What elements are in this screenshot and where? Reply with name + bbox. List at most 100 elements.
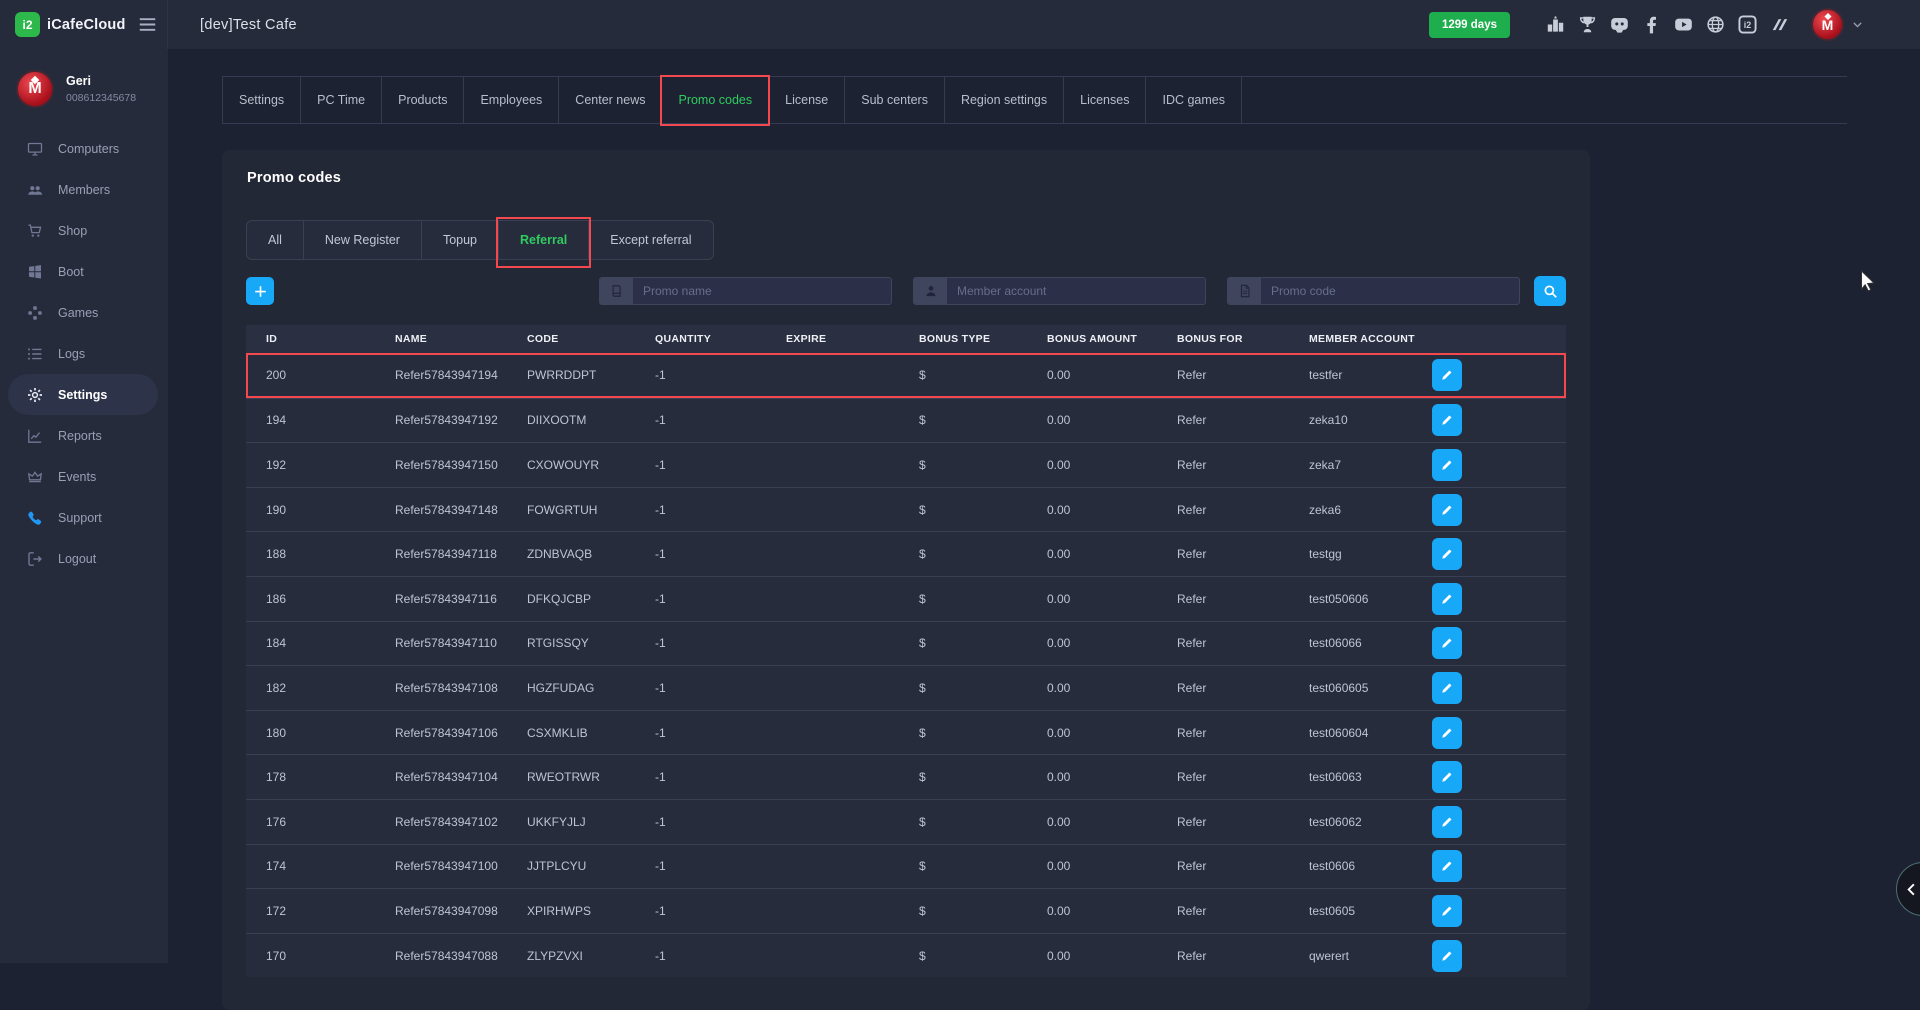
table-cell: 0.00 xyxy=(1047,458,1177,472)
collapse-panel-button[interactable] xyxy=(1896,862,1920,916)
edit-promo-button[interactable] xyxy=(1432,895,1462,927)
edit-promo-button[interactable] xyxy=(1432,404,1462,436)
tab-products[interactable]: Products xyxy=(382,77,464,123)
table-cell: $ xyxy=(919,770,1047,784)
table-cell: $ xyxy=(919,368,1047,382)
edit-promo-button[interactable] xyxy=(1432,538,1462,570)
tab-center-news[interactable]: Center news xyxy=(559,77,662,123)
youtube-icon[interactable] xyxy=(1674,15,1693,34)
edit-promo-button[interactable] xyxy=(1432,359,1462,391)
table-cell: 0.00 xyxy=(1047,413,1177,427)
table-cell: Refer57843947110 xyxy=(395,636,527,650)
filter-tab-topup[interactable]: Topup xyxy=(422,221,499,259)
podium-icon[interactable] xyxy=(1546,15,1565,34)
tab-region-settings[interactable]: Region settings xyxy=(945,77,1064,123)
filter-tab-new-register[interactable]: New Register xyxy=(304,221,422,259)
edit-promo-button[interactable] xyxy=(1432,449,1462,481)
games-icon xyxy=(27,305,43,321)
user-avatar[interactable]: M xyxy=(1811,8,1844,41)
promo-codes-panel: Promo codes AllNew RegisterTopupReferral… xyxy=(222,150,1590,1010)
table-cell: testgg xyxy=(1309,547,1432,561)
table-row: 176Refer57843947102UKKFYJLJ-1$0.00Refert… xyxy=(246,799,1566,844)
edit-promo-button[interactable] xyxy=(1432,717,1462,749)
table-cell: Refer xyxy=(1177,368,1309,382)
trophy-icon[interactable] xyxy=(1578,15,1597,34)
actions-cell xyxy=(1432,494,1566,526)
table-cell: PWRRDDPT xyxy=(527,368,655,382)
layers-icon[interactable] xyxy=(1770,15,1789,34)
search-button[interactable] xyxy=(1534,276,1566,306)
edit-promo-button[interactable] xyxy=(1432,494,1462,526)
sidebar-item-events[interactable]: Events xyxy=(0,456,168,497)
table-row: 178Refer57843947104RWEOTRWR-1$0.00Refert… xyxy=(246,754,1566,799)
table-cell: 200 xyxy=(266,368,395,382)
globe-icon[interactable] xyxy=(1706,15,1725,34)
icafe-icon[interactable]: i2 xyxy=(1738,15,1757,34)
license-days-badge[interactable]: 1299 days xyxy=(1429,12,1510,38)
search-group xyxy=(578,276,1566,306)
promo-name-input[interactable] xyxy=(633,278,891,304)
actions-cell xyxy=(1432,806,1566,838)
sidebar-item-settings[interactable]: Settings xyxy=(8,374,158,415)
tab-settings[interactable]: Settings xyxy=(222,77,301,123)
tab-sub-centers[interactable]: Sub centers xyxy=(845,77,945,123)
table-cell: Refer57843947116 xyxy=(395,592,527,606)
sidebar-item-logs[interactable]: Logs xyxy=(0,333,168,374)
table-cell: Refer xyxy=(1177,859,1309,873)
tab-licenses[interactable]: Licenses xyxy=(1064,77,1146,123)
promo-codes-table: IDNAMECODEQUANTITYEXPIREBONUS TYPEBONUS … xyxy=(246,325,1566,977)
filter-tab-referral[interactable]: Referral xyxy=(499,221,589,259)
sidebar-item-support[interactable]: Support xyxy=(0,497,168,538)
actions-cell xyxy=(1432,717,1566,749)
add-promo-button[interactable] xyxy=(246,277,274,305)
edit-promo-button[interactable] xyxy=(1432,627,1462,659)
edit-promo-button[interactable] xyxy=(1432,806,1462,838)
edit-promo-button[interactable] xyxy=(1432,850,1462,882)
table-cell: RTGISSQY xyxy=(527,636,655,650)
column-header-name: NAME xyxy=(395,333,527,345)
filter-tab-all[interactable]: All xyxy=(247,221,304,259)
mouse-cursor xyxy=(1860,270,1877,292)
promo-name-field xyxy=(599,277,892,305)
tab-employees[interactable]: Employees xyxy=(464,77,559,123)
table-row: 170Refer57843947088ZLYPZVXI-1$0.00Referq… xyxy=(246,933,1566,978)
edit-promo-button[interactable] xyxy=(1432,761,1462,793)
table-cell: Refer57843947118 xyxy=(395,547,527,561)
chevron-down-icon[interactable] xyxy=(1851,18,1864,31)
brand-logo-icon: i2 xyxy=(15,12,40,37)
sidebar-item-reports[interactable]: Reports xyxy=(0,415,168,456)
promo-code-input[interactable] xyxy=(1261,278,1519,304)
table-cell: 0.00 xyxy=(1047,859,1177,873)
profile-avatar[interactable]: M xyxy=(16,70,54,108)
table-cell: -1 xyxy=(655,726,786,740)
table-cell: $ xyxy=(919,859,1047,873)
edit-promo-button[interactable] xyxy=(1432,940,1462,972)
sidebar-item-games[interactable]: Games xyxy=(0,292,168,333)
facebook-icon[interactable] xyxy=(1642,15,1661,34)
table-cell: 194 xyxy=(266,413,395,427)
sidebar-item-members[interactable]: Members xyxy=(0,169,168,210)
discord-icon[interactable] xyxy=(1610,15,1629,34)
filter-tab-except-referral[interactable]: Except referral xyxy=(589,221,712,259)
tab-promo-codes[interactable]: Promo codes xyxy=(662,77,769,123)
member-account-input[interactable] xyxy=(947,278,1205,304)
table-cell: 0.00 xyxy=(1047,636,1177,650)
pencil-icon xyxy=(1440,458,1454,472)
sidebar-item-shop[interactable]: Shop xyxy=(0,210,168,251)
sidebar-item-boot[interactable]: Boot xyxy=(0,251,168,292)
column-header-bonus-for: BONUS FOR xyxy=(1177,333,1309,345)
sidebar-item-logout[interactable]: Logout xyxy=(0,538,168,579)
hamburger-menu-icon[interactable] xyxy=(138,15,157,34)
table-cell: Refer57843947098 xyxy=(395,904,527,918)
tab-license[interactable]: License xyxy=(769,77,845,123)
table-row: 188Refer57843947118ZDNBVAQB-1$0.00Refert… xyxy=(246,531,1566,576)
table-cell: 0.00 xyxy=(1047,949,1177,963)
table-cell: testfer xyxy=(1309,368,1432,382)
gear-icon xyxy=(27,387,43,403)
sidebar-item-computers[interactable]: Computers xyxy=(0,128,168,169)
edit-promo-button[interactable] xyxy=(1432,672,1462,704)
tab-idc-games[interactable]: IDC games xyxy=(1146,77,1242,123)
edit-promo-button[interactable] xyxy=(1432,583,1462,615)
table-row: 194Refer57843947192DIIXOOTM-1$0.00Referz… xyxy=(246,398,1566,443)
tab-pc-time[interactable]: PC Time xyxy=(301,77,382,123)
